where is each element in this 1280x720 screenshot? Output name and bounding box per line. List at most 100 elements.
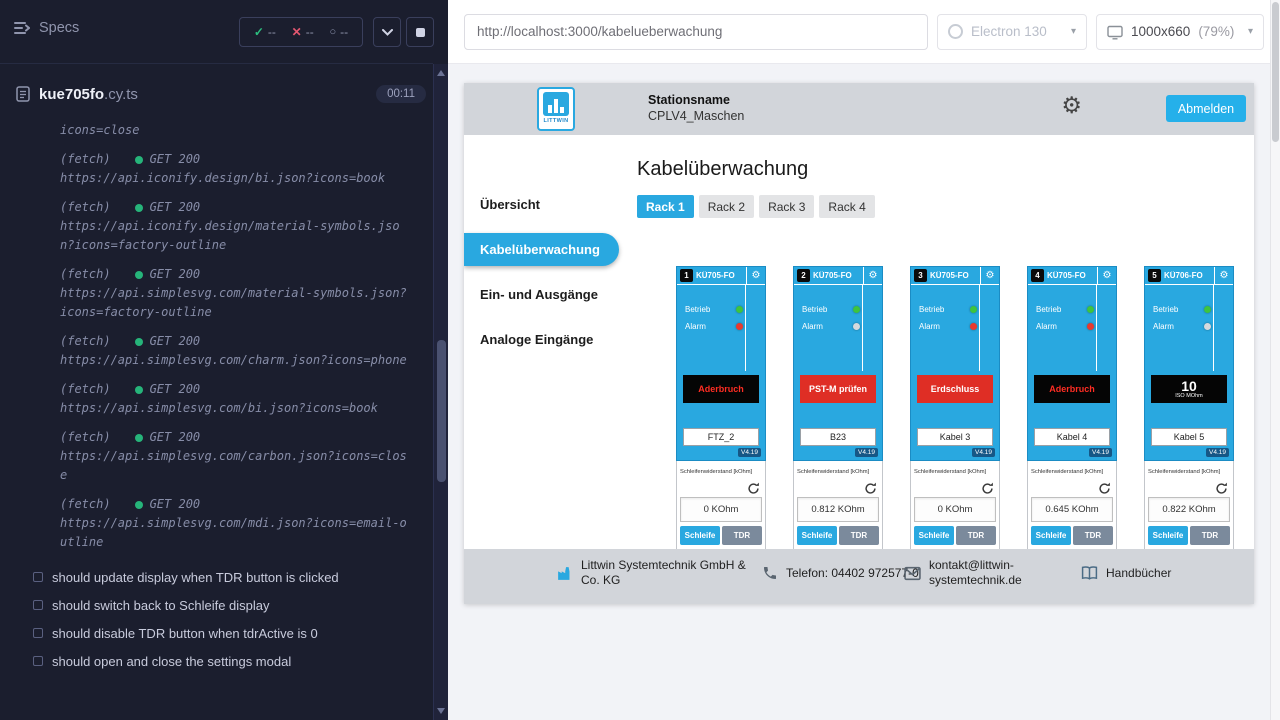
command-log-entry[interactable]: (fetch)GET 200 https://api.simplesvg.com… bbox=[60, 380, 407, 418]
cable-name: B23 bbox=[800, 428, 876, 446]
test-item[interactable]: should disable TDR button when tdrActive… bbox=[0, 619, 433, 647]
stop-run-button[interactable] bbox=[406, 17, 434, 47]
command-log-entry[interactable]: (fetch)GET 200 https://api.iconify.desig… bbox=[60, 150, 407, 188]
tab-rack-4[interactable]: Rack 4 bbox=[819, 195, 874, 218]
request-url: https://api.iconify.design/material-symb… bbox=[60, 217, 407, 255]
test-stats: ✓ -- ✕ -- ○ -- bbox=[239, 17, 363, 47]
runner-header: Specs ✓ -- ✕ -- ○ -- bbox=[0, 0, 433, 64]
chevron-down-icon: ▾ bbox=[1248, 26, 1253, 37]
device-cards: 1 KÜ705-FO ⚙ Betrieb Alarm Aderbruch bbox=[676, 266, 1254, 549]
screen: Specs ✓ -- ✕ -- ○ -- bbox=[0, 0, 1280, 720]
response-ok-dot bbox=[135, 204, 143, 212]
stat-passed: ✓ -- bbox=[254, 25, 276, 39]
tdr-button[interactable]: TDR bbox=[839, 526, 879, 545]
schleife-button[interactable]: Schleife bbox=[680, 526, 720, 545]
refresh-icon[interactable] bbox=[864, 482, 877, 495]
request-url: https://api.simplesvg.com/mdi.json?icons… bbox=[60, 514, 407, 552]
device-model: KÜ705-FO bbox=[810, 271, 863, 280]
footer-manuals[interactable]: Handbücher bbox=[1081, 549, 1171, 597]
card-settings-button[interactable]: ⚙ bbox=[1097, 267, 1116, 285]
tab-rack-2[interactable]: Rack 2 bbox=[699, 195, 754, 218]
scrollbar-thumb[interactable] bbox=[1272, 2, 1279, 142]
alarm-led bbox=[1087, 323, 1094, 330]
collapse-runner-button[interactable] bbox=[373, 17, 401, 47]
tdr-button[interactable]: TDR bbox=[1073, 526, 1113, 545]
nav-item-uebersicht[interactable]: Übersicht bbox=[464, 182, 619, 227]
response-ok-dot bbox=[135, 271, 143, 279]
page-scrollbar[interactable] bbox=[1270, 0, 1280, 720]
command-log-entry[interactable]: (fetch)GET 200 https://api.simplesvg.com… bbox=[60, 265, 407, 322]
status-display: Erdschluss bbox=[917, 375, 993, 403]
response-ok-dot bbox=[135, 338, 143, 346]
specs-toggle-button[interactable]: Specs bbox=[14, 20, 79, 36]
test-item[interactable]: should switch back to Schleife display bbox=[0, 591, 433, 619]
browser-selector[interactable]: Electron 130 ▾ bbox=[937, 14, 1087, 50]
gear-icon: ⚙ bbox=[869, 271, 878, 281]
specs-menu-icon bbox=[14, 21, 30, 35]
measurement-label: Schleifenwiderstand [kOhm] bbox=[1148, 469, 1230, 475]
scroll-down-arrow[interactable] bbox=[437, 708, 445, 714]
measurement-label: Schleifenwiderstand [kOhm] bbox=[1031, 469, 1113, 475]
station-info: Stationsname CPLV4_Maschen bbox=[648, 92, 744, 124]
check-icon: ✓ bbox=[254, 25, 264, 39]
test-item[interactable]: should open and close the settings modal bbox=[0, 647, 433, 675]
status-unit: ISO MOhm bbox=[1175, 393, 1203, 399]
schleife-button[interactable]: Schleife bbox=[797, 526, 837, 545]
betrieb-led bbox=[970, 306, 977, 313]
stat-failed: ✕ -- bbox=[292, 25, 314, 39]
stage: http://localhost:3000/kabelueberwachung … bbox=[448, 0, 1270, 720]
refresh-icon[interactable] bbox=[747, 482, 760, 495]
tdr-button[interactable]: TDR bbox=[1190, 526, 1230, 545]
tab-rack-1[interactable]: Rack 1 bbox=[637, 195, 694, 218]
card-settings-button[interactable]: ⚙ bbox=[980, 267, 999, 285]
rack-tabs: Rack 1 Rack 2 Rack 3 Rack 4 bbox=[637, 195, 1254, 218]
phone-icon bbox=[762, 565, 778, 581]
refresh-icon[interactable] bbox=[1215, 482, 1228, 495]
card-settings-button[interactable]: ⚙ bbox=[746, 267, 765, 285]
measurement-value: 0.645 KOhm bbox=[1031, 497, 1113, 522]
app-preview: LITTWIN Stationsname CPLV4_Maschen ⚙ Abm… bbox=[464, 83, 1254, 604]
request-url: https://api.simplesvg.com/material-symbo… bbox=[60, 284, 407, 322]
device-model: KÜ705-FO bbox=[1044, 271, 1097, 280]
firmware-version: V4.19 bbox=[738, 448, 761, 457]
tdr-button[interactable]: TDR bbox=[722, 526, 762, 545]
address-bar[interactable]: http://localhost:3000/kabelueberwachung bbox=[464, 14, 928, 50]
settings-gear-icon[interactable]: ⚙ bbox=[1061, 94, 1082, 117]
firmware-version: V4.19 bbox=[1206, 448, 1229, 457]
command-log-entry[interactable]: (fetch)GET 200 https://api.simplesvg.com… bbox=[60, 332, 407, 370]
tab-rack-3[interactable]: Rack 3 bbox=[759, 195, 814, 218]
slot-number-badge: 4 bbox=[1031, 269, 1044, 282]
pending-circle-icon: ○ bbox=[329, 26, 336, 38]
nav-item-ein-ausgaenge[interactable]: Ein- und Ausgänge bbox=[464, 272, 619, 317]
device-model: KÜ705-FO bbox=[693, 271, 746, 280]
viewport-icon bbox=[1107, 24, 1123, 40]
command-log-entry[interactable]: (fetch)GET 200 https://api.iconify.desig… bbox=[60, 198, 407, 255]
card-settings-button[interactable]: ⚙ bbox=[863, 267, 882, 285]
schleife-button[interactable]: Schleife bbox=[1148, 526, 1188, 545]
device-card: 1 KÜ705-FO ⚙ Betrieb Alarm Aderbruch bbox=[676, 266, 766, 549]
scrollbar-thumb[interactable] bbox=[437, 340, 446, 482]
betrieb-led bbox=[736, 306, 743, 313]
footer-phone: Telefon: 04402 972577-0 bbox=[762, 549, 920, 597]
electron-icon bbox=[948, 24, 963, 39]
test-item[interactable]: should update display when TDR button is… bbox=[0, 563, 433, 591]
tdr-button[interactable]: TDR bbox=[956, 526, 996, 545]
spec-file-row[interactable]: kue705fo .cy.ts 00:11 bbox=[16, 78, 426, 110]
runner-scrollbar[interactable] bbox=[433, 64, 448, 720]
schleife-button[interactable]: Schleife bbox=[914, 526, 954, 545]
scroll-up-arrow[interactable] bbox=[437, 70, 445, 76]
logout-button[interactable]: Abmelden bbox=[1166, 95, 1246, 122]
refresh-icon[interactable] bbox=[981, 482, 994, 495]
nav-item-kabelueberwachung[interactable]: Kabelüberwachung bbox=[464, 233, 619, 266]
command-log-entry[interactable]: (fetch)GET 200 https://api.simplesvg.com… bbox=[60, 495, 407, 552]
command-log-entry[interactable]: (fetch)GET 200 https://api.simplesvg.com… bbox=[60, 428, 407, 485]
request-url: https://api.simplesvg.com/bi.json?icons=… bbox=[60, 399, 407, 418]
slot-number-badge: 3 bbox=[914, 269, 927, 282]
viewport-selector[interactable]: 1000x660 (79%) ▾ bbox=[1096, 14, 1264, 50]
card-settings-button[interactable]: ⚙ bbox=[1214, 267, 1233, 285]
refresh-icon[interactable] bbox=[1098, 482, 1111, 495]
footer-email[interactable]: kontakt@littwin-systemtechnik.de bbox=[904, 549, 1034, 597]
nav-item-analoge-eingaenge[interactable]: Analoge Eingänge bbox=[464, 317, 619, 362]
schleife-button[interactable]: Schleife bbox=[1031, 526, 1071, 545]
measurement-value: 0.822 KOhm bbox=[1148, 497, 1230, 522]
